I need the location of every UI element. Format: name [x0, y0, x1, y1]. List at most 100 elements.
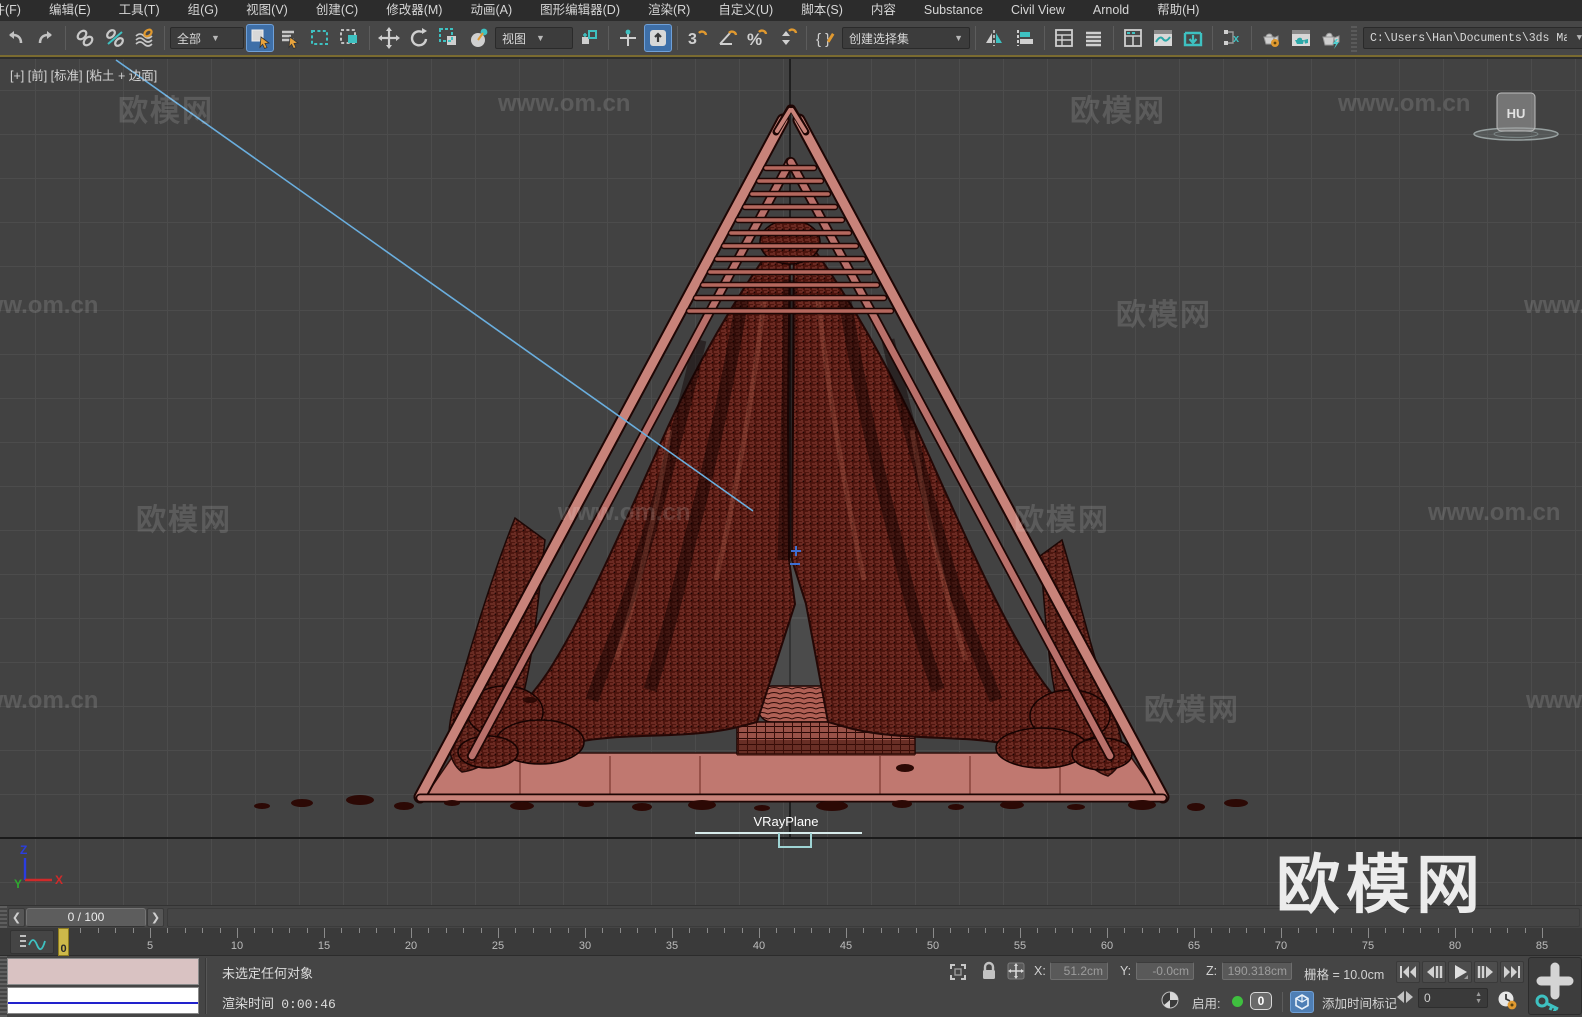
- align-button[interactable]: [1011, 24, 1039, 52]
- mirror-button[interactable]: [981, 24, 1009, 52]
- set-key-button[interactable]: [1528, 957, 1582, 1015]
- redo-icon[interactable]: [32, 24, 60, 52]
- ruler-tick: [480, 928, 482, 933]
- layer-manager-button[interactable]: [1050, 24, 1078, 52]
- current-frame-field[interactable]: 0 ▲ ▼: [1418, 988, 1488, 1008]
- render-time-label: 渲染时间 0:00:46: [222, 996, 336, 1012]
- ribbon-toggle-button[interactable]: [1119, 24, 1147, 52]
- trackbar-ruler[interactable]: 5 10 15 20 25 30 35 40 45 50 55 60 65 70 75 80 85: [0, 928, 1582, 956]
- play-button[interactable]: [1448, 961, 1472, 983]
- rectangular-selection-region-icon[interactable]: [306, 24, 334, 52]
- menu-customize[interactable]: 自定义(U): [704, 0, 787, 21]
- layers-stack-icon[interactable]: [1080, 24, 1108, 52]
- x-coord-field[interactable]: 51.2cm: [1050, 962, 1108, 980]
- ruler-tick: [1002, 928, 1004, 933]
- frame-back-button[interactable]: ❮: [8, 907, 25, 927]
- viewport-front[interactable]: [+] [前] [标准] [粘土 + 边面] VRayPlane HU Z X …: [0, 59, 1582, 905]
- menu-civil-view[interactable]: Civil View: [997, 0, 1079, 21]
- menu-help[interactable]: 帮助(H): [1143, 0, 1213, 21]
- current-frame-marker[interactable]: 0: [58, 928, 69, 956]
- adaptive-degradation-icon[interactable]: [1160, 990, 1180, 1010]
- frame-forward-button[interactable]: ❯: [147, 907, 164, 927]
- menu-rendering[interactable]: 渲染(R): [634, 0, 704, 21]
- menu-file[interactable]: 文件(F): [0, 0, 35, 21]
- spinner-arrows-icon[interactable]: ▲ ▼: [1475, 991, 1482, 1005]
- unlink-icon[interactable]: [101, 24, 129, 52]
- zero-badge[interactable]: 0: [1250, 992, 1272, 1010]
- selection-filter-dropdown[interactable]: 全部 ▼: [170, 27, 244, 49]
- viewport-label[interactable]: [+] [前] [标准] [粘土 + 边面]: [10, 65, 157, 84]
- window-crossing-toggle-icon[interactable]: [336, 24, 364, 52]
- ruler-tick: [1350, 928, 1352, 933]
- time-tag-button[interactable]: 添加时间标记: [1322, 993, 1397, 1012]
- named-selection-set-dropdown[interactable]: 创建选择集 ▼: [842, 27, 970, 49]
- time-config-icon[interactable]: [1496, 989, 1518, 1011]
- key-mode-toggle-icon[interactable]: [1396, 990, 1414, 1004]
- prev-frame-button[interactable]: [1422, 961, 1446, 983]
- compass-label: HU: [1507, 106, 1526, 121]
- select-and-link-icon[interactable]: [71, 24, 99, 52]
- snap-selection-center-button[interactable]: [644, 24, 672, 52]
- chevron-down-icon: ▼: [536, 33, 545, 43]
- ruler-tick: [1368, 928, 1369, 938]
- maxscript-listener-input[interactable]: [7, 987, 199, 1014]
- menu-create[interactable]: 创建(C): [302, 0, 372, 21]
- grip-handle[interactable]: [0, 906, 7, 928]
- current-frame-value: 0: [1424, 991, 1431, 1005]
- isolate-cube-button[interactable]: [1290, 991, 1314, 1013]
- project-path-dropdown[interactable]: C:\Users\Han\Documents\3ds Max 2022 ▼: [1363, 27, 1582, 49]
- time-slider-handle[interactable]: 0 / 100: [26, 907, 146, 927]
- goto-end-button[interactable]: [1500, 961, 1524, 983]
- menu-substance[interactable]: Substance: [910, 0, 997, 21]
- ruler-tick: [376, 928, 378, 933]
- menu-arnold[interactable]: Arnold: [1079, 0, 1143, 21]
- time-slider-track[interactable]: [167, 907, 1580, 927]
- menu-group[interactable]: 组(G): [174, 0, 233, 21]
- selection-lock-icon[interactable]: [980, 961, 998, 981]
- select-object-button[interactable]: [246, 24, 274, 52]
- undo-icon[interactable]: [2, 24, 30, 52]
- grip-handle[interactable]: [0, 956, 7, 1017]
- maxscript-listener-macro[interactable]: [7, 958, 199, 985]
- scene-explorer-icon[interactable]: x: [1218, 24, 1246, 52]
- goto-start-button[interactable]: [1396, 961, 1420, 983]
- select-by-name-button[interactable]: [276, 24, 304, 52]
- menu-graph-editors[interactable]: 图形编辑器(D): [526, 0, 634, 21]
- curve-editor-button[interactable]: [1149, 24, 1177, 52]
- coordinate-display-icon[interactable]: [1006, 961, 1026, 981]
- bind-to-spacewarp-icon[interactable]: [131, 24, 159, 52]
- percent-snap-icon[interactable]: %: [743, 24, 771, 52]
- use-pivot-center-button[interactable]: [575, 24, 603, 52]
- menu-views[interactable]: 视图(V): [232, 0, 302, 21]
- rendered-frame-window-button[interactable]: [1287, 24, 1315, 52]
- ruler-tick: [985, 928, 987, 933]
- angle-snap-icon[interactable]: [713, 24, 741, 52]
- time-slider-bar: ❮ 0 / 100 ❯: [0, 905, 1582, 928]
- ruler-tick-label: 65: [1187, 940, 1201, 952]
- y-coord-field[interactable]: -0.0cm: [1136, 962, 1194, 980]
- schematic-view-button[interactable]: [1179, 24, 1207, 52]
- z-coord-field[interactable]: 190.318cm: [1222, 962, 1292, 980]
- menu-tools[interactable]: 工具(T): [105, 0, 174, 21]
- reference-coordinate-dropdown[interactable]: 视图 ▼: [495, 27, 573, 49]
- edit-named-selections-button[interactable]: { }: [812, 24, 840, 52]
- render-production-button[interactable]: [1317, 24, 1345, 52]
- next-frame-button[interactable]: [1474, 961, 1498, 983]
- spinner-snap-icon[interactable]: [773, 24, 801, 52]
- menu-scripting[interactable]: 脚本(S): [787, 0, 857, 21]
- selection-filter-value: 全部: [177, 31, 202, 46]
- track-bar[interactable]: 5 10 15 20 25 30 35 40 45 50 55 60 65 70 75 80 85 0: [0, 928, 1582, 956]
- select-and-place-button[interactable]: [465, 24, 493, 52]
- isolate-selection-icon[interactable]: [948, 962, 968, 982]
- snap-toggle-3d-icon[interactable]: 3: [683, 24, 711, 52]
- select-and-rotate-button[interactable]: [405, 24, 433, 52]
- menu-edit[interactable]: 编辑(E): [35, 0, 105, 21]
- snap-cross-icon[interactable]: [614, 24, 642, 52]
- select-and-scale-button[interactable]: [435, 24, 463, 52]
- render-setup-button[interactable]: [1257, 24, 1285, 52]
- menu-content[interactable]: 内容: [857, 0, 910, 21]
- select-and-move-button[interactable]: [375, 24, 403, 52]
- menu-modifiers[interactable]: 修改器(M): [372, 0, 456, 21]
- mini-curve-editor-button[interactable]: [10, 930, 54, 954]
- menu-animation[interactable]: 动画(A): [456, 0, 526, 21]
